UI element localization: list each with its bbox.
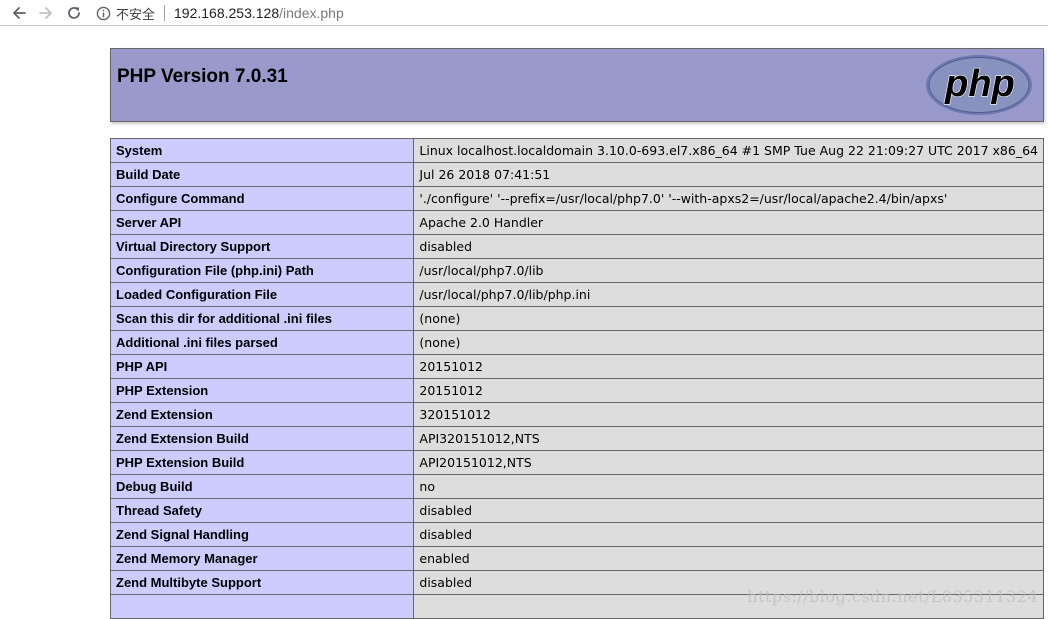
- row-key: Thread Safety: [111, 499, 414, 523]
- row-key: Zend Extension: [111, 403, 414, 427]
- row-key: Zend Multibyte Support: [111, 571, 414, 595]
- row-value: API320151012,NTS: [414, 427, 1044, 451]
- table-row: Debug Buildno: [111, 475, 1044, 499]
- row-value: Linux localhost.localdomain 3.10.0-693.e…: [414, 139, 1044, 163]
- table-row: Scan this dir for additional .ini files(…: [111, 307, 1044, 331]
- row-value: 20151012: [414, 379, 1044, 403]
- table-row: Zend Extension BuildAPI320151012,NTS: [111, 427, 1044, 451]
- row-value: 320151012: [414, 403, 1044, 427]
- table-row: Zend Signal Handlingdisabled: [111, 523, 1044, 547]
- row-key: Configure Command: [111, 187, 414, 211]
- row-value: './configure' '--prefix=/usr/local/php7.…: [414, 187, 1044, 211]
- reload-icon: [66, 5, 82, 21]
- php-logo-icon[interactable]: php: [925, 54, 1033, 116]
- phpinfo-table: SystemLinux localhost.localdomain 3.10.0…: [110, 138, 1044, 619]
- row-value: Jul 26 2018 07:41:51: [414, 163, 1044, 187]
- row-key: Additional .ini files parsed: [111, 331, 414, 355]
- row-key: Build Date: [111, 163, 414, 187]
- table-row: Server APIApache 2.0 Handler: [111, 211, 1044, 235]
- row-value: 20151012: [414, 355, 1044, 379]
- table-row: Zend Memory Managerenabled: [111, 547, 1044, 571]
- row-key: Zend Signal Handling: [111, 523, 414, 547]
- row-value: (none): [414, 307, 1044, 331]
- table-row: Configure Command'./configure' '--prefix…: [111, 187, 1044, 211]
- row-value: disabled: [414, 499, 1044, 523]
- row-key: Scan this dir for additional .ini files: [111, 307, 414, 331]
- table-row: Loaded Configuration File/usr/local/php7…: [111, 283, 1044, 307]
- row-key: PHP API: [111, 355, 414, 379]
- phpinfo-content: PHP Version 7.0.31 php SystemLinux local…: [110, 48, 1044, 122]
- row-key: Configuration File (php.ini) Path: [111, 259, 414, 283]
- arrow-right-icon: [38, 5, 54, 21]
- watermark: https://blog.csdn.net/L835311324: [747, 587, 1038, 606]
- omnibox-separator: [164, 5, 165, 21]
- table-row: Virtual Directory Supportdisabled: [111, 235, 1044, 259]
- row-value: /usr/local/php7.0/lib/php.ini: [414, 283, 1044, 307]
- table-row: PHP Extension BuildAPI20151012,NTS: [111, 451, 1044, 475]
- table-row: PHP Extension20151012: [111, 379, 1044, 403]
- row-key: [111, 595, 414, 619]
- row-key: System: [111, 139, 414, 163]
- row-key: Virtual Directory Support: [111, 235, 414, 259]
- address-bar[interactable]: 不安全 192.168.253.128/index.php: [96, 0, 344, 26]
- row-value: no: [414, 475, 1044, 499]
- url-path[interactable]: /index.php: [279, 5, 344, 21]
- back-button[interactable]: [8, 2, 30, 24]
- row-key: Debug Build: [111, 475, 414, 499]
- row-value: API20151012,NTS: [414, 451, 1044, 475]
- phpinfo-header: PHP Version 7.0.31 php: [110, 48, 1044, 122]
- table-row: Thread Safetydisabled: [111, 499, 1044, 523]
- table-row: SystemLinux localhost.localdomain 3.10.0…: [111, 139, 1044, 163]
- row-value: (none): [414, 331, 1044, 355]
- reload-button[interactable]: [63, 2, 85, 24]
- row-key: PHP Extension: [111, 379, 414, 403]
- page-title: PHP Version 7.0.31: [117, 66, 288, 88]
- table-row: Zend Extension320151012: [111, 403, 1044, 427]
- security-label[interactable]: 不安全: [116, 4, 155, 23]
- row-value: /usr/local/php7.0/lib: [414, 259, 1044, 283]
- row-value: disabled: [414, 523, 1044, 547]
- row-key: Server API: [111, 211, 414, 235]
- browser-toolbar: 不安全 192.168.253.128/index.php: [0, 0, 1048, 26]
- info-icon[interactable]: [96, 6, 111, 21]
- row-key: Zend Memory Manager: [111, 547, 414, 571]
- row-key: Zend Extension Build: [111, 427, 414, 451]
- table-row: Additional .ini files parsed(none): [111, 331, 1044, 355]
- php-logo-text: php: [944, 63, 1015, 105]
- row-value: disabled: [414, 235, 1044, 259]
- row-key: PHP Extension Build: [111, 451, 414, 475]
- url-host[interactable]: 192.168.253.128: [174, 5, 279, 21]
- table-row: PHP API20151012: [111, 355, 1044, 379]
- row-value: Apache 2.0 Handler: [414, 211, 1044, 235]
- table-row: Build DateJul 26 2018 07:41:51: [111, 163, 1044, 187]
- forward-button[interactable]: [35, 2, 57, 24]
- row-key: Loaded Configuration File: [111, 283, 414, 307]
- arrow-left-icon: [11, 5, 27, 21]
- table-row: Configuration File (php.ini) Path/usr/lo…: [111, 259, 1044, 283]
- row-value: enabled: [414, 547, 1044, 571]
